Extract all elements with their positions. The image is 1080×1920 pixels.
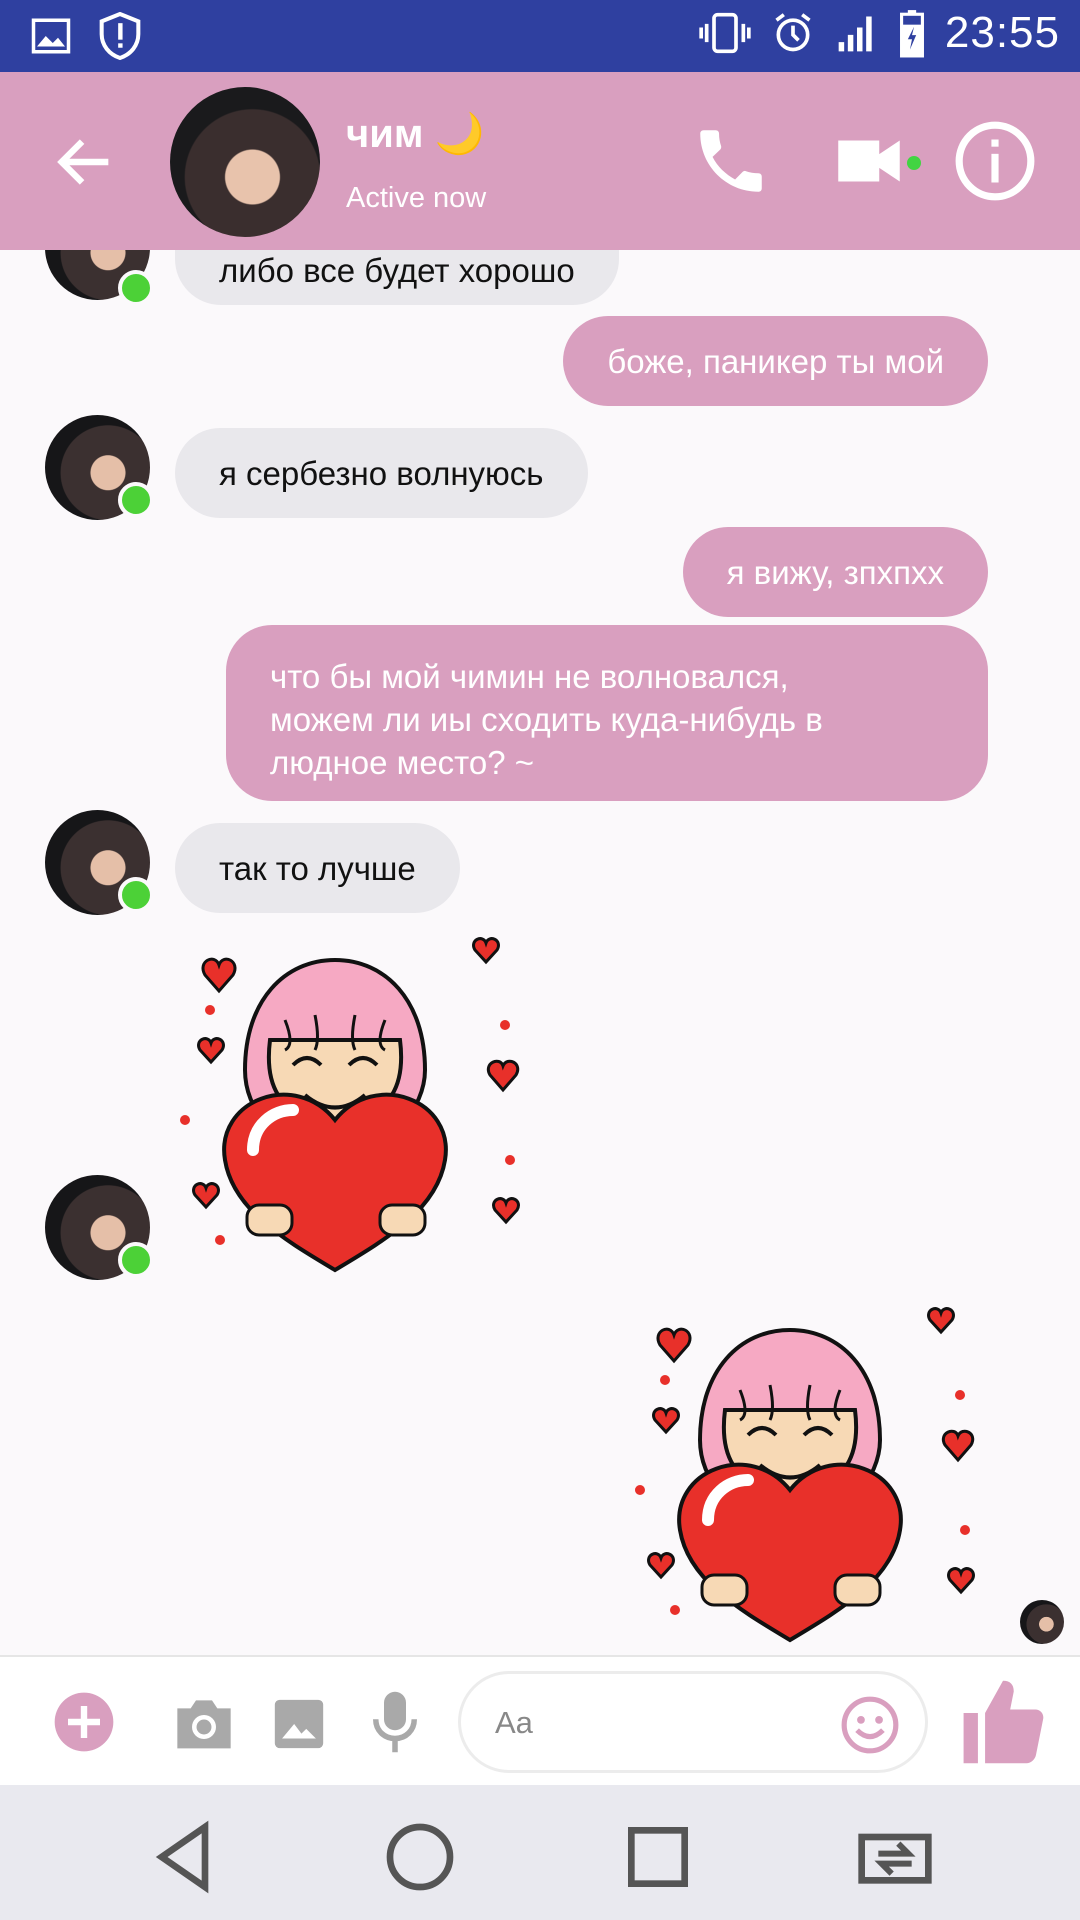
contact-avatar[interactable] xyxy=(170,87,320,237)
battery-charging-icon xyxy=(899,10,924,58)
online-indicator xyxy=(118,270,154,306)
microphone-icon[interactable] xyxy=(372,1689,418,1755)
message-input-box[interactable] xyxy=(458,1671,928,1773)
message-text: что бы мой чимин не волновался, можем ли… xyxy=(270,658,823,781)
info-icon[interactable] xyxy=(952,118,1038,204)
online-indicator xyxy=(118,877,154,913)
thumbs-up-icon[interactable] xyxy=(960,1677,1046,1767)
image-icon xyxy=(31,18,71,54)
signal-icon xyxy=(838,16,872,52)
alarm-icon xyxy=(775,13,811,52)
vibrate-icon xyxy=(699,12,751,54)
moon-emoji: 🌙 xyxy=(434,112,485,156)
girl-holding-heart-sticker[interactable] xyxy=(630,1290,990,1650)
status-bar: 23:55 xyxy=(0,0,1080,72)
message-bubble-incoming[interactable]: так то лучше xyxy=(175,823,460,913)
conversation-header: чим 🌙 Active now xyxy=(0,72,1080,250)
message-list[interactable]: либо все будет хорошо боже, паникер ты м… xyxy=(0,250,1080,1655)
message-input[interactable] xyxy=(493,1696,827,1750)
shield-alert-icon xyxy=(99,12,141,60)
video-active-dot xyxy=(907,156,921,170)
emoji-icon[interactable] xyxy=(839,1694,901,1756)
nav-back-icon[interactable] xyxy=(145,1817,225,1897)
camera-icon[interactable] xyxy=(172,1695,236,1751)
phone-icon[interactable] xyxy=(690,120,772,202)
message-bubble-incoming[interactable]: либо все будет хорошо xyxy=(175,250,619,305)
system-navigation-bar xyxy=(0,1785,1080,1920)
contact-name[interactable]: чим 🌙 xyxy=(346,110,484,157)
image-icon[interactable] xyxy=(270,1695,328,1753)
message-bubble-incoming[interactable]: я сербезно волнуюсь xyxy=(175,428,588,518)
message-bubble-outgoing[interactable]: я вижу, зпхпхх xyxy=(682,527,988,617)
message-bubble-outgoing[interactable]: что бы мой чимин не волновался, можем ли… xyxy=(226,625,988,801)
status-time: 23:55 xyxy=(944,8,1060,57)
girl-holding-heart-sticker[interactable] xyxy=(175,920,535,1280)
seen-receipt-avatar xyxy=(1020,1600,1064,1644)
online-indicator xyxy=(118,1242,154,1278)
video-camera-icon[interactable] xyxy=(828,120,910,202)
plus-icon[interactable] xyxy=(52,1690,116,1754)
screen-rotate-icon[interactable] xyxy=(855,1817,935,1897)
message-bubble-outgoing[interactable]: боже, паникер ты мой xyxy=(563,316,988,406)
back-arrow-icon[interactable] xyxy=(50,127,120,197)
nav-home-icon[interactable] xyxy=(380,1817,460,1897)
message-composer xyxy=(0,1655,1080,1787)
online-indicator xyxy=(118,482,154,518)
contact-status: Active now xyxy=(346,182,487,214)
nav-recents-icon[interactable] xyxy=(618,1817,698,1897)
